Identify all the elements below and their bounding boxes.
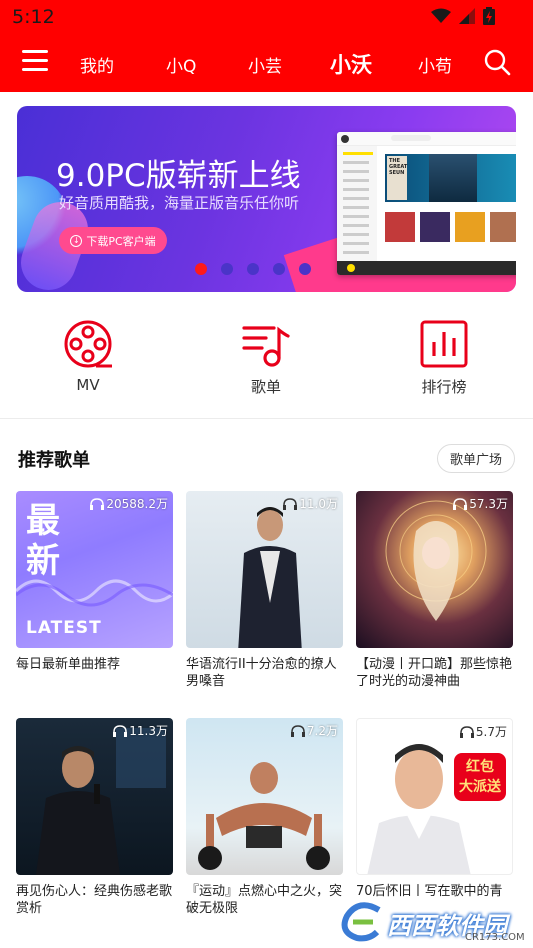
promo-banner[interactable]: 9.0PC版崭新上线 好音质用酷我，海量正版音乐任你听 ↓ 下载PC客户端 TH… (17, 106, 516, 292)
bar-chart-icon (420, 320, 468, 368)
playlist-card[interactable]: 7.2万 『运动』点燃心中之火，突破无极限 (186, 718, 343, 917)
playlist-name[interactable]: 再见伤心人：经典伤感老歌赏析 (16, 883, 173, 917)
top-nav: 我的 小Q 小芸 小沃 小苟 (0, 40, 533, 86)
tab-xiaowo[interactable]: 小沃 (330, 49, 372, 79)
site-watermark: 西西软件园 CR173.COM (339, 902, 529, 943)
pc-client-screenshot: THE GREAT SEUN (337, 132, 516, 275)
play-count: 57.3万 (453, 495, 508, 512)
play-count: 11.0万 (283, 495, 338, 512)
playlist-name[interactable]: 『运动』点燃心中之火，突破无极限 (186, 883, 343, 917)
headphones-icon (283, 497, 298, 510)
search-icon[interactable] (483, 48, 511, 76)
playlist-cover[interactable]: 红包 大派送 5.7万 (356, 718, 513, 875)
headphones-icon (113, 724, 128, 737)
wifi-icon (431, 8, 451, 23)
playlist-cover[interactable]: 最新 LATEST 20588.2万 (16, 491, 173, 648)
banner-pagination (195, 263, 311, 275)
red-packet-badge: 红包 大派送 (454, 753, 506, 801)
tab-xiaoyun[interactable]: 小芸 (248, 52, 282, 77)
watermark-url: CR173.COM (465, 932, 525, 943)
singer-photo (36, 728, 166, 875)
playlist-cover[interactable]: 11.0万 (186, 491, 343, 648)
banner-dot[interactable] (195, 263, 207, 275)
playlist-label: 歌单 (250, 378, 281, 396)
headphones-icon (290, 724, 305, 737)
playlist-card[interactable]: 红包 大派送 5.7万 70后怀旧丨写在歌中的青 (356, 718, 513, 900)
section-title: 推荐歌单 (18, 450, 90, 471)
anime-artwork (385, 500, 487, 621)
music-list-icon (242, 326, 290, 367)
athlete-photo (198, 762, 330, 870)
playlist-name[interactable]: 70后怀旧丨写在歌中的青 (356, 883, 513, 900)
waveform-graphic (16, 579, 173, 607)
play-count: 20588.2万 (90, 495, 168, 512)
banner-dot[interactable] (273, 263, 285, 275)
playlist-square-button[interactable]: 歌单广场 (437, 444, 515, 473)
quick-entries: MV 歌单 排行榜 (0, 318, 533, 408)
banner-dot[interactable] (299, 263, 311, 275)
download-pc-button[interactable]: ↓ 下载PC客户端 (59, 227, 167, 254)
watermark-logo-icon (341, 902, 381, 942)
playlist-cover[interactable]: 7.2万 (186, 718, 343, 875)
headphones-icon (459, 725, 474, 738)
menu-icon[interactable] (22, 50, 48, 74)
playlist-cover[interactable]: 57.3万 (356, 491, 513, 648)
playlist-name[interactable]: 每日最新单曲推荐 (16, 656, 173, 673)
download-pc-label: 下载PC客户端 (86, 234, 156, 248)
play-count: 7.2万 (290, 722, 338, 739)
playlist-name[interactable]: 华语流行II十分治愈的撩人男嗓音 (186, 656, 343, 690)
playlist-cover[interactable]: 11.3万 (16, 718, 173, 875)
film-reel-icon (64, 320, 112, 368)
banner-title: 9.0PC版崭新上线 (56, 158, 301, 194)
download-icon: ↓ (70, 234, 83, 247)
play-count: 11.3万 (113, 722, 168, 739)
battery-icon (483, 7, 495, 25)
chart-label: 排行榜 (421, 378, 467, 396)
chart-entry[interactable]: 排行榜 (384, 318, 504, 397)
signal-icon (459, 8, 475, 24)
banner-dot[interactable] (221, 263, 233, 275)
cover-text: LATEST (26, 618, 102, 638)
playlist-entry[interactable]: 歌单 (206, 318, 326, 397)
play-count: 5.7万 (459, 723, 507, 740)
app-header: 5:12 我的 小Q 小芸 小沃 小苟 (0, 0, 533, 92)
playlist-card[interactable]: 最新 LATEST 20588.2万 每日最新单曲推荐 (16, 491, 173, 673)
tab-xiaogou[interactable]: 小苟 (418, 52, 452, 77)
headphones-icon (90, 497, 105, 510)
playlist-card[interactable]: 57.3万 【动漫丨开口跪】那些惊艳了时光的动漫神曲 (356, 491, 513, 690)
tab-xiaoq[interactable]: 小Q (166, 52, 196, 77)
mv-entry[interactable]: MV (28, 318, 148, 394)
tab-mine[interactable]: 我的 (80, 52, 114, 77)
singer-photo (238, 507, 302, 648)
status-time: 5:12 (12, 6, 55, 28)
status-icons (431, 7, 495, 25)
headphones-icon (453, 497, 468, 510)
playlist-card[interactable]: 11.0万 华语流行II十分治愈的撩人男嗓音 (186, 491, 343, 690)
playlist-card[interactable]: 11.3万 再见伤心人：经典伤感老歌赏析 (16, 718, 173, 917)
divider (0, 418, 533, 419)
banner-subtitle: 好音质用酷我，海量正版音乐任你听 (59, 194, 300, 212)
banner-dot[interactable] (247, 263, 259, 275)
status-bar: 5:12 (0, 0, 533, 36)
playlist-name[interactable]: 【动漫丨开口跪】那些惊艳了时光的动漫神曲 (356, 656, 513, 690)
mv-label: MV (76, 376, 100, 394)
